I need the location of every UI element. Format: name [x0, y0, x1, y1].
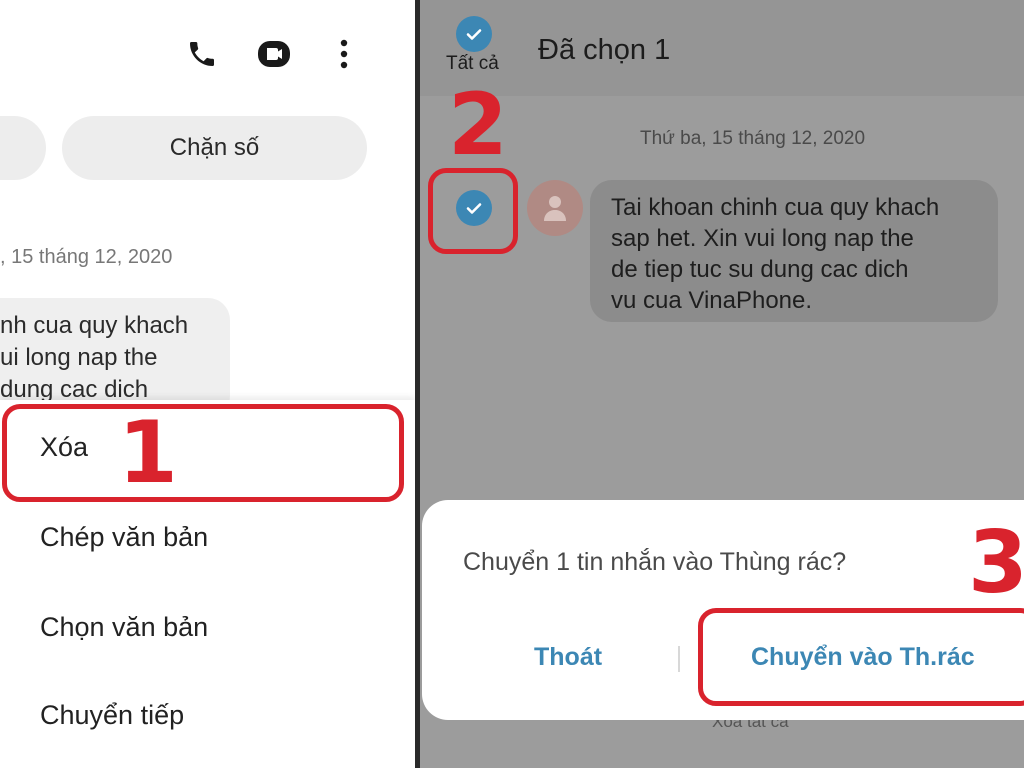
avatar [527, 180, 583, 236]
message-line: vu cua VinaPhone. [611, 287, 813, 314]
right-screenshot-panel: Tất cả Đã chọn 1 2 Thứ ba, 15 tháng 12, … [420, 0, 1024, 768]
message-line: nh cua quy khach [0, 312, 189, 339]
highlight-box-delete [2, 404, 404, 502]
message-line: de tiep tuc su dung cac dich [611, 256, 909, 283]
menu-item-select-text[interactable]: Chọn văn bản [40, 612, 208, 643]
message-date: Thứ ba, 15 tháng 12, 2020 [640, 128, 866, 149]
selection-header: Tất cả Đã chọn 1 [420, 0, 1024, 96]
phone-icon[interactable] [184, 36, 220, 72]
message-line: ui long nap the [0, 344, 158, 371]
step-number-3: 3 [968, 513, 1024, 613]
video-call-icon[interactable] [256, 36, 292, 72]
highlight-box-confirm [698, 608, 1024, 706]
step-number-2: 2 [448, 75, 508, 175]
dialog-question: Chuyển 1 tin nhắn vào Thùng rác? [463, 548, 847, 576]
message-line: sap het. Xin vui long nap the [611, 225, 914, 252]
step-number-1: 1 [118, 403, 178, 503]
left-screenshot-panel: Chặn số , 15 tháng 12, 2020 nh cua quy k… [0, 0, 415, 768]
block-number-chip[interactable]: Chặn số [62, 116, 367, 180]
selection-title: Đã chọn 1 [538, 34, 671, 66]
button-separator [678, 646, 680, 672]
message-bubble[interactable]: Tai khoan chinh cua quy khach sap het. X… [590, 180, 998, 322]
message-line: Tai khoan chinh cua quy khach [611, 194, 940, 221]
highlight-box-checkbox [428, 168, 518, 254]
chip-partial[interactable] [0, 116, 46, 180]
more-vertical-icon[interactable] [326, 36, 362, 72]
menu-item-forward[interactable]: Chuyển tiếp [40, 700, 184, 731]
cancel-button[interactable]: Thoát [534, 643, 602, 672]
select-all-label[interactable]: Tất cả [446, 53, 499, 75]
message-date: , 15 tháng 12, 2020 [0, 246, 173, 268]
select-all-check-icon[interactable] [456, 16, 492, 52]
menu-item-copy-text[interactable]: Chép văn bản [40, 522, 208, 553]
